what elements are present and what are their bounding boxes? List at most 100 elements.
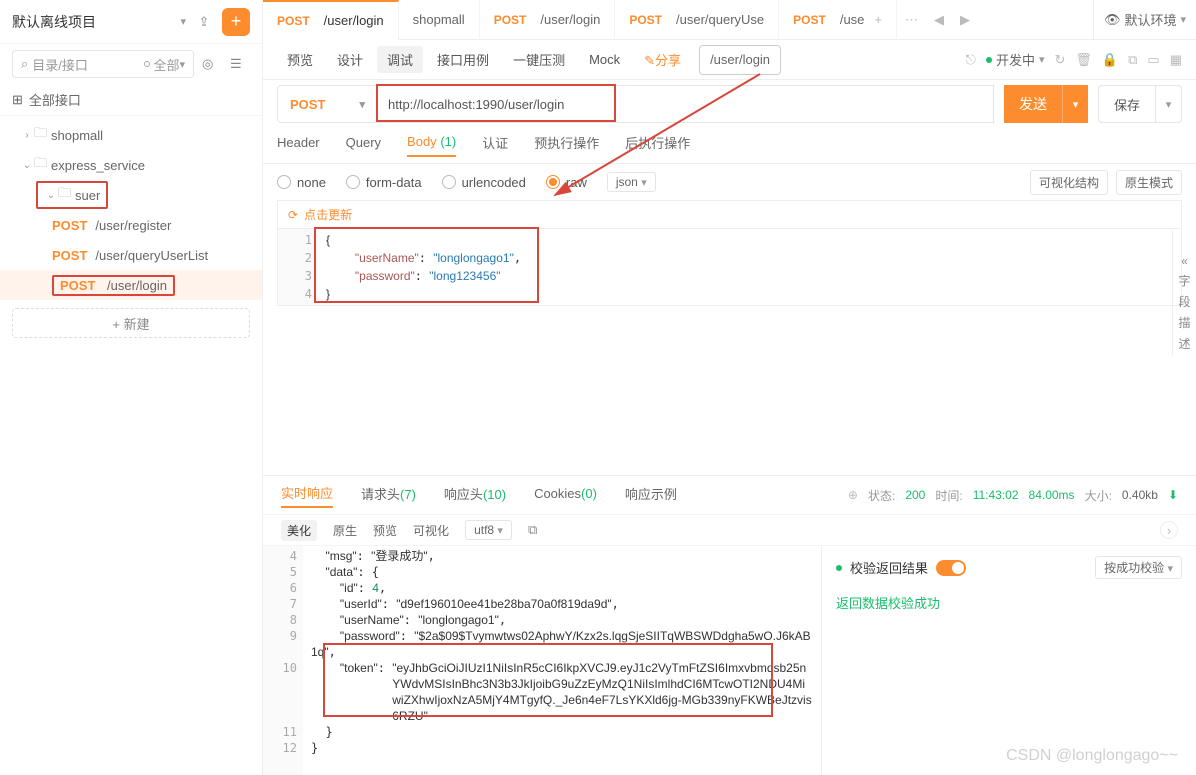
st-pressure[interactable]: 一键压测 (503, 46, 575, 73)
radio-label: urlencoded (462, 175, 526, 190)
nav-prev-icon[interactable]: ◀ (926, 12, 952, 28)
status-size: 0.40kb (1122, 488, 1158, 502)
folder-label: shopmall (51, 128, 103, 143)
more-icon[interactable]: ⋯ (897, 12, 926, 28)
folder-label: suer (75, 188, 100, 203)
collapse-icon: « (1173, 254, 1196, 268)
st-debug[interactable]: 调试 (377, 46, 423, 73)
st-cases[interactable]: 接口用例 (427, 46, 499, 73)
strip-char: 描 (1173, 314, 1196, 331)
search-placeholder: 目录/接口 (32, 55, 88, 74)
request-editor[interactable]: ⟳ 点击更新 1234 { "userName": "longlongago1"… (277, 200, 1182, 306)
response-code[interactable]: 456789 10 1112 "msg": "登录成功", "data": { … (263, 546, 821, 775)
grid-icon[interactable]: ▦ (1170, 52, 1182, 68)
right-collapse-strip[interactable]: « 字 段 描 述 (1172, 230, 1196, 356)
rt-visual[interactable]: 可视化 (413, 522, 449, 539)
radio-raw[interactable]: raw (546, 175, 587, 190)
lock-icon[interactable]: 🔒 (1102, 52, 1118, 68)
tab-shopmall[interactable]: shopmall (399, 0, 480, 40)
radio-urlencoded[interactable]: urlencoded (442, 175, 526, 190)
window-icon[interactable]: ▭ (1147, 52, 1159, 68)
resp-tab-resphead[interactable]: 响应头(10) (444, 484, 506, 507)
tab-login-2[interactable]: POST /user/login (480, 0, 616, 40)
plus-icon[interactable]: + (874, 12, 882, 27)
all-interfaces-label: 全部接口 (29, 90, 81, 109)
search-input[interactable]: ⌕ 目录/接口 全部 ▾ (12, 50, 194, 78)
st-design[interactable]: 设计 (327, 46, 373, 73)
tab-use[interactable]: POST /use + (779, 0, 897, 40)
all-interfaces[interactable]: ⊞ 全部接口 (0, 84, 262, 116)
upload-icon[interactable]: ⇪ (192, 10, 216, 34)
tab-queryuse[interactable]: POST /user/queryUse (615, 0, 779, 40)
validation-mode[interactable]: 按成功校验 ▾ (1095, 556, 1182, 579)
folder-icon: 🗀 (58, 184, 71, 206)
url-input[interactable]: http://localhost:1990/user/login (377, 85, 994, 123)
expand-right-icon[interactable]: › (1160, 521, 1178, 539)
rtab-query[interactable]: Query (346, 135, 381, 156)
rt-origin[interactable]: 原生 (333, 522, 357, 539)
filter-icon[interactable]: ☰ (230, 56, 250, 72)
refresh-icon[interactable]: ↻ (1055, 52, 1066, 68)
st-share[interactable]: ✎分享 (634, 46, 691, 73)
environment-selector[interactable]: 👁 默认环境 ▾ (1093, 0, 1196, 40)
trash-icon[interactable]: 🗑 (1075, 52, 1092, 68)
validation-toggle[interactable] (936, 560, 966, 576)
strip-char: 段 (1173, 293, 1196, 310)
send-dropdown[interactable]: ▾ (1062, 85, 1088, 123)
resp-tab-cookies[interactable]: Cookies(0) (534, 486, 597, 505)
view-struct-button[interactable]: 可视化结构 (1030, 170, 1108, 195)
st-preview[interactable]: 预览 (277, 46, 323, 73)
validation-title: 校验返回结果 (850, 558, 928, 577)
code-area[interactable]: { "userName": "longlongago1", "password"… (318, 229, 1181, 305)
dev-status[interactable]: 开发中▾ (986, 50, 1045, 69)
url-value: http://localhost:1990/user/login (388, 97, 564, 112)
link-icon[interactable]: ⎋ (966, 52, 976, 68)
rt-preview[interactable]: 预览 (373, 522, 397, 539)
rt-beautify[interactable]: 美化 (281, 520, 317, 541)
resp-tab-realtime[interactable]: 实时响应 (281, 483, 333, 508)
tree-api-register[interactable]: POST /user/register (0, 210, 262, 240)
tree-folder-express[interactable]: ⌄ 🗀 express_service (0, 150, 262, 180)
new-button[interactable]: + 新建 (12, 308, 250, 338)
save-dropdown[interactable]: ▾ (1156, 85, 1182, 123)
method-selector[interactable]: POST ▾ (277, 85, 377, 123)
download-icon[interactable]: ⬇ (1168, 488, 1178, 502)
copy-icon[interactable]: ⧉ (1128, 52, 1137, 68)
resp-tab-example[interactable]: 响应示例 (625, 484, 677, 507)
status-clock: 11:43:02 (973, 488, 1019, 502)
json-selector[interactable]: json ▾ (607, 172, 656, 192)
rtab-body[interactable]: Body (1) (407, 134, 456, 157)
json-value: "longlongago1" (433, 251, 514, 265)
rtab-header[interactable]: Header (277, 135, 320, 156)
tree-folder-suer[interactable]: ⌄ 🗀 suer (0, 180, 262, 210)
project-title[interactable]: 默认离线项目 (12, 12, 180, 32)
chevron-down-icon[interactable]: ▾ (180, 15, 186, 28)
tab-login-1[interactable]: POST /user/login (263, 0, 399, 40)
rtab-post[interactable]: 后执行操作 (625, 133, 690, 158)
api-path: /user/queryUserList (95, 248, 208, 263)
copy-icon[interactable]: ⧉ (528, 522, 537, 538)
tree-api-login[interactable]: POST /user/login (0, 270, 262, 300)
tree-api-querylist[interactable]: POST /user/queryUserList (0, 240, 262, 270)
url-short[interactable]: /user/login (699, 45, 781, 75)
toolbar-right-icons: ⎋ 开发中▾ ↻ 🗑 🔒 ⧉ ▭ ▦ (966, 50, 1182, 69)
add-button[interactable]: + (222, 8, 250, 36)
native-mode-button[interactable]: 原生模式 (1116, 170, 1182, 195)
radio-formdata[interactable]: form-data (346, 175, 422, 190)
nav-next-icon[interactable]: ▶ (952, 12, 978, 28)
st-mock[interactable]: Mock (579, 48, 630, 71)
send-button[interactable]: 发送 (1004, 85, 1062, 123)
rtab-auth[interactable]: 认证 (482, 133, 508, 158)
method-tag: POST (52, 248, 87, 263)
radio-none[interactable]: none (277, 175, 326, 190)
resp-gutter: 456789 10 1112 (263, 546, 303, 775)
rtab-pre[interactable]: 预执行操作 (534, 133, 599, 158)
editor-update-hint[interactable]: ⟳ 点击更新 (278, 201, 1181, 229)
target-icon[interactable]: ◎ (202, 56, 222, 72)
resp-tab-reqhead[interactable]: 请求头(7) (361, 484, 416, 507)
save-button[interactable]: 保存 (1098, 85, 1156, 123)
status-ms: 84.00ms (1029, 488, 1075, 502)
tree-folder-shopmall[interactable]: › 🗀 shopmall (0, 120, 262, 150)
search-scope[interactable]: 全部 (153, 55, 179, 74)
encoding-selector[interactable]: utf8 ▾ (465, 520, 512, 540)
